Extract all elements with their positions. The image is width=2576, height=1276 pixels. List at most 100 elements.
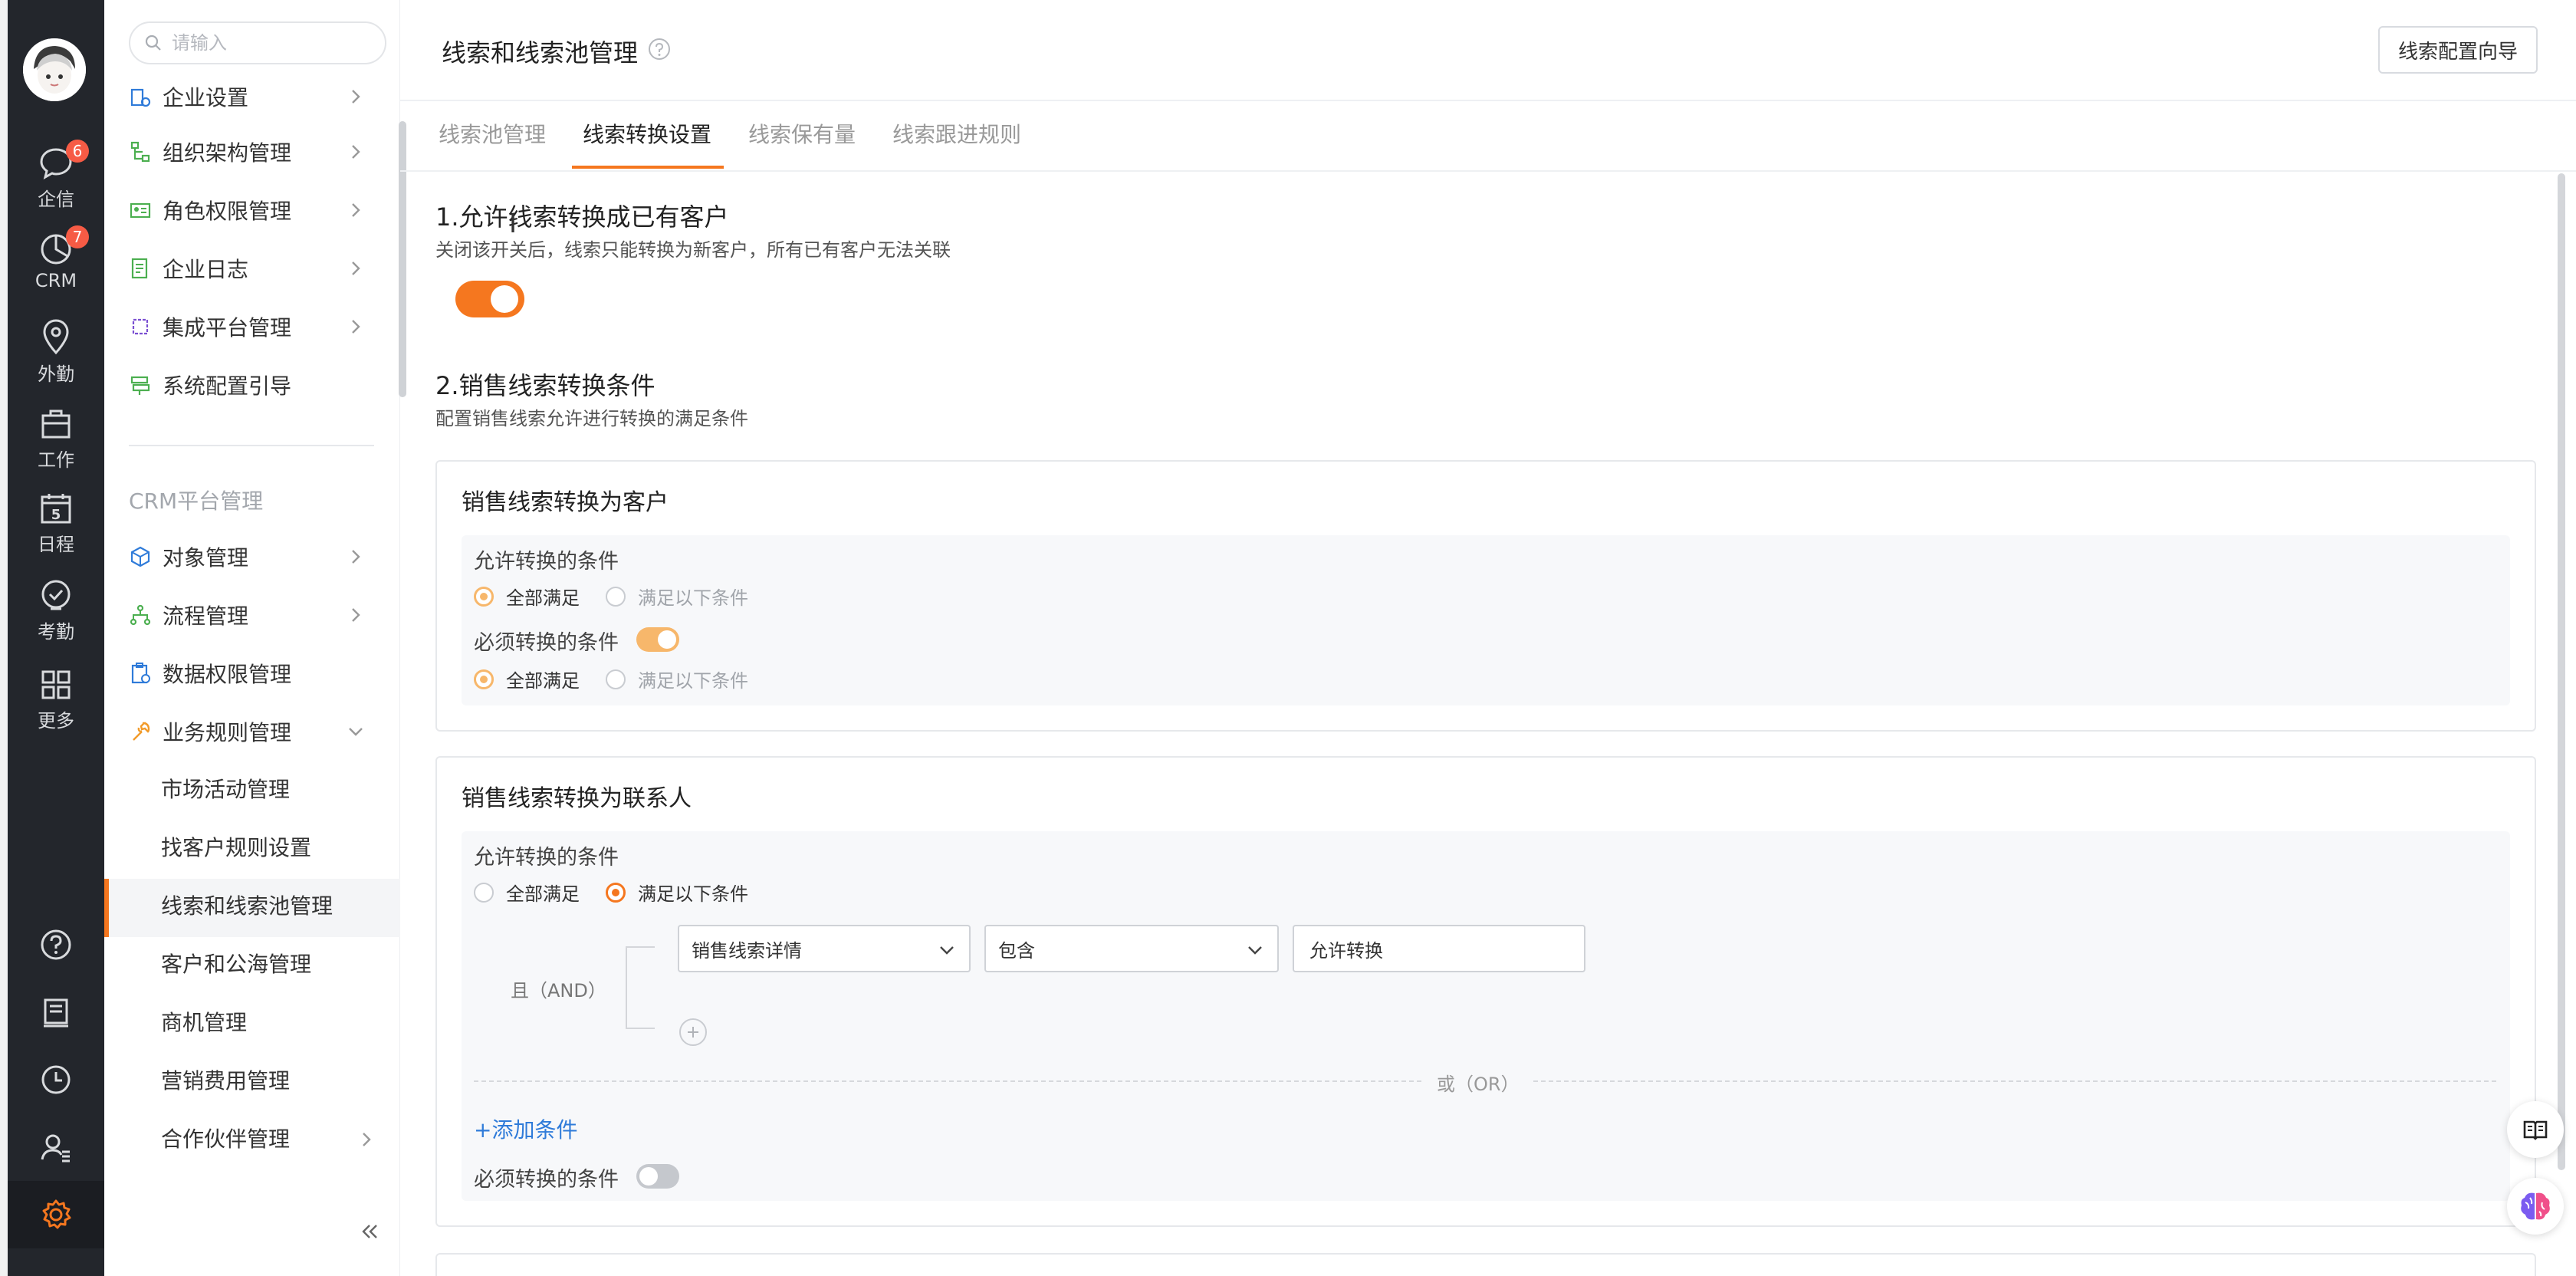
collapse-sidebar-icon[interactable] — [357, 1219, 382, 1244]
select-value: 销售线索详情 — [692, 939, 802, 962]
menu-sub-market-activity[interactable]: 市场活动管理 — [161, 767, 290, 813]
field-select[interactable]: 销售线索详情 — [678, 925, 971, 972]
unread-badge: 7 — [66, 225, 89, 248]
toggle-knob — [491, 285, 518, 313]
menu-item-enterprise-settings[interactable]: 企业设置 — [129, 74, 376, 120]
tab-bar — [400, 101, 2576, 172]
floating-ai-assistant-button[interactable] — [2507, 1178, 2564, 1235]
radio-required-some[interactable]: 满足以下条件 — [606, 666, 748, 692]
menu-item-label: 对象管理 — [163, 545, 249, 571]
condition-value-input[interactable] — [1293, 925, 1585, 972]
rail-history[interactable] — [8, 1063, 104, 1097]
menu-item-log[interactable]: 企业日志 — [129, 245, 376, 291]
rail-label: 更多 — [38, 710, 74, 732]
chevron-right-icon — [352, 90, 360, 104]
rail-label: 考勤 — [38, 621, 74, 643]
menu-item-label: 企业设置 — [163, 85, 249, 110]
menu-item-config-guide[interactable]: 系统配置引导 — [129, 362, 376, 408]
rail-settings[interactable] — [8, 1181, 104, 1248]
gear-icon — [42, 1199, 71, 1229]
content-scrollbar[interactable] — [2558, 173, 2565, 1170]
menu-section-crm: CRM平台管理 — [129, 488, 264, 514]
rail-item-schedule[interactable]: 5 日程 — [8, 491, 104, 556]
question-circle-icon — [41, 929, 71, 960]
rail-help[interactable] — [8, 928, 104, 962]
section-title: 2.销售线索转换条件 — [435, 371, 656, 400]
question-circle-icon[interactable] — [647, 37, 672, 61]
chevron-down-icon — [349, 728, 363, 736]
location-pin-icon — [43, 319, 69, 355]
rail-label: 日程 — [38, 534, 74, 555]
toggle-knob — [639, 1167, 658, 1186]
required-condition-toggle[interactable] — [636, 627, 679, 652]
radio-allow-all[interactable]: 全部满足 — [474, 879, 580, 906]
floating-book-button[interactable] — [2507, 1101, 2564, 1158]
menu-item-data-permission[interactable]: 数据权限管理 — [129, 650, 376, 696]
user-avatar[interactable] — [23, 38, 86, 101]
page-header — [400, 0, 2576, 101]
lead-config-wizard-button[interactable]: 线索配置向导 — [2378, 26, 2538, 74]
search-icon — [145, 35, 161, 51]
radio-label: 全部满足 — [506, 587, 580, 609]
menu-sub-customer-sea[interactable]: 客户和公海管理 — [161, 942, 311, 988]
svg-text:5: 5 — [51, 507, 61, 523]
menu-search[interactable] — [129, 21, 386, 64]
chevron-down-icon — [940, 946, 954, 955]
operator-select[interactable]: 包含 — [984, 925, 1279, 972]
grid-icon — [41, 670, 71, 699]
radio-allow-all[interactable]: 全部满足 — [474, 583, 580, 610]
radio-allow-some[interactable]: 满足以下条件 — [606, 583, 748, 610]
clipboard-lock-icon — [129, 662, 152, 685]
rail-contacts[interactable] — [8, 1130, 104, 1164]
tab-lead-pool[interactable]: 线索池管理 — [439, 118, 546, 149]
menu-sub-opportunity[interactable]: 商机管理 — [161, 1000, 247, 1046]
radio-required-all[interactable]: 全部满足 — [474, 666, 580, 692]
chevron-right-icon — [352, 203, 360, 217]
menu-item-role[interactable]: 角色权限管理 — [129, 187, 376, 233]
tab-lead-retention[interactable]: 线索保有量 — [748, 118, 856, 149]
menu-item-business-rules[interactable]: 业务规则管理 — [129, 709, 376, 755]
add-condition-link[interactable]: +添加条件 — [474, 1113, 577, 1144]
chevron-right-icon — [352, 261, 360, 275]
menu-item-object[interactable]: 对象管理 — [129, 534, 376, 580]
allow-existing-customer-toggle[interactable] — [455, 281, 524, 317]
menu-sub-leads-pool[interactable]: 线索和线索池管理 — [161, 883, 333, 929]
menu-item-org[interactable]: 组织架构管理 — [129, 129, 376, 175]
user-list-icon — [41, 1134, 70, 1163]
notebook-icon — [44, 998, 68, 1028]
rail-notebook[interactable] — [8, 995, 104, 1029]
rail-item-field[interactable]: 外勤 — [8, 317, 104, 386]
menu-search-input[interactable] — [172, 32, 371, 54]
tab-lead-conversion[interactable]: 线索转换设置 — [583, 118, 711, 149]
chevron-right-icon — [352, 550, 360, 564]
unread-badge: 6 — [66, 140, 89, 163]
active-tab-indicator — [572, 166, 724, 169]
section-title: 1.允许线索转换成已有客户 — [435, 202, 729, 232]
select-value: 包含 — [998, 939, 1035, 962]
chevron-right-icon — [352, 145, 360, 159]
menu-item-integration[interactable]: 集成平台管理 — [129, 304, 376, 350]
radio-label: 全部满足 — [506, 883, 580, 905]
rail-item-more[interactable]: 更多 — [8, 667, 104, 732]
menu-sub-find-customer[interactable]: 找客户规则设置 — [161, 825, 311, 871]
radio-allow-some[interactable]: 满足以下条件 — [606, 879, 748, 906]
card-condition-panel — [462, 831, 2510, 1201]
rail-item-crm[interactable]: 7 CRM — [8, 225, 104, 291]
radio-dot — [474, 586, 494, 607]
rail-label: 企信 — [38, 189, 74, 210]
rail-item-attendance[interactable]: 考勤 — [8, 578, 104, 643]
briefcase-icon — [41, 409, 71, 439]
chevron-right-icon — [352, 320, 360, 334]
or-divider-right — [1533, 1080, 2496, 1082]
brain-icon — [2521, 1192, 2550, 1220]
rail-item-qixin[interactable]: 6 企信 — [8, 140, 104, 211]
book-icon — [2523, 1120, 2548, 1140]
required-condition-toggle[interactable] — [636, 1164, 679, 1189]
chevron-right-icon — [363, 1133, 371, 1146]
tab-lead-followup[interactable]: 线索跟进规则 — [892, 118, 1021, 149]
menu-sub-marketing-cost[interactable]: 营销费用管理 — [161, 1058, 290, 1104]
menu-sub-partner[interactable]: 合作伙伴管理 — [161, 1116, 290, 1163]
menu-item-flow[interactable]: 流程管理 — [129, 592, 376, 638]
rail-item-work[interactable]: 工作 — [8, 406, 104, 472]
add-and-condition-button[interactable] — [679, 1018, 707, 1046]
